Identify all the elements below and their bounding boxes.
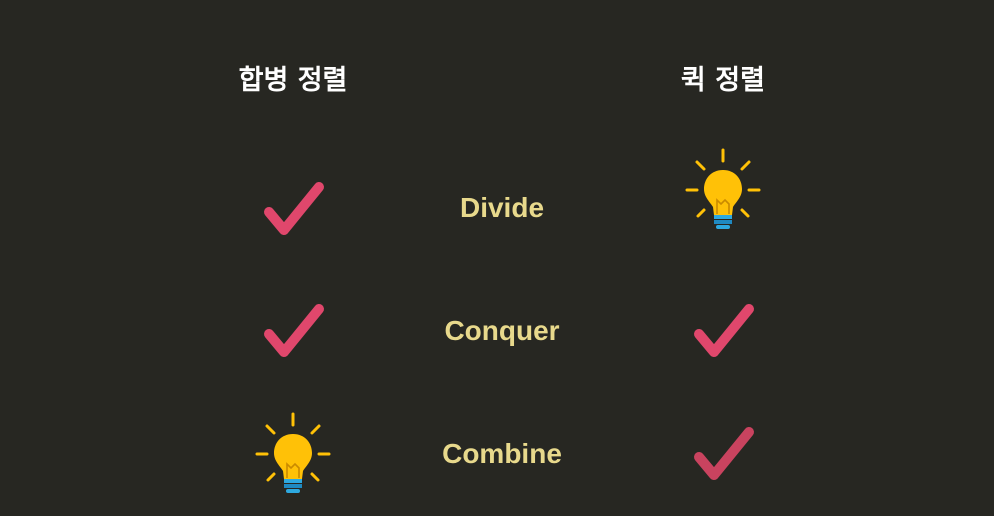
quick-combine-check-icon	[683, 415, 763, 495]
merge-conquer-check-icon	[253, 292, 333, 372]
step-conquer-label: Conquer	[444, 315, 560, 346]
quick-conquer-check-icon	[683, 292, 763, 372]
merge-divide-check-icon	[253, 170, 333, 250]
quick-sort-heading: 퀵 정렬	[681, 65, 765, 96]
merge-combine-lightbulb-icon	[253, 412, 333, 493]
merge-sort-heading: 합병 정렬	[238, 65, 348, 96]
step-combine-label: Combine	[442, 438, 562, 469]
quick-divide-lightbulb-icon	[683, 148, 763, 229]
step-divide-label: Divide	[459, 192, 545, 223]
